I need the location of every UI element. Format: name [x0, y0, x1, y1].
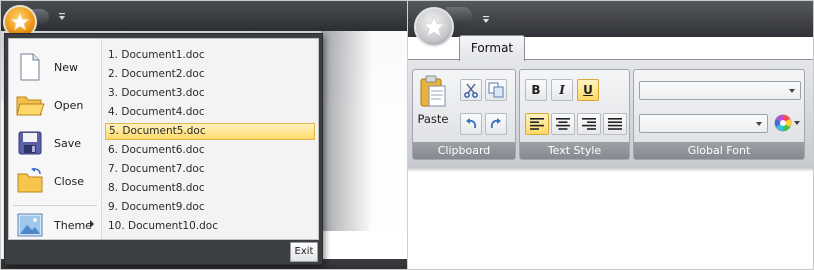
copy-icon [488, 82, 504, 98]
menu-separator [13, 205, 97, 206]
recent-document-item[interactable]: 1. Document1.doc [105, 47, 315, 64]
underline-button[interactable]: U [577, 79, 599, 101]
cut-button[interactable] [460, 79, 482, 101]
text-style-group: B I U Text Style [519, 69, 630, 160]
font-family-combobox[interactable] [639, 81, 801, 100]
menu-commands-panel: New Open Save Close Theme [9, 39, 102, 239]
ribbon: Paste Clipboard B I U Text Style Global … [408, 59, 813, 168]
chevron-down-icon [756, 122, 762, 126]
align-center-icon [556, 118, 570, 130]
application-menu-footer: Exit [5, 240, 322, 264]
open-folder-icon [14, 89, 46, 121]
align-left-button[interactable] [525, 113, 549, 135]
left-window: New Open Save Close Theme 1. Document1.d… [1, 1, 407, 269]
group-caption-text-style: Text Style [520, 142, 629, 159]
recent-document-item[interactable]: 4. Document4.doc [105, 104, 315, 121]
menu-item-save[interactable]: Save [9, 125, 101, 161]
redo-icon [490, 118, 501, 129]
recent-document-item-selected[interactable]: 5. Document5.doc [105, 123, 315, 140]
menu-item-label: Theme [54, 218, 92, 232]
recent-document-item[interactable]: 3. Document3.doc [105, 85, 315, 102]
new-document-icon [14, 51, 46, 83]
star-icon [422, 15, 446, 38]
paste-button[interactable] [417, 73, 449, 109]
ribbon-shadow [408, 167, 813, 172]
menu-item-open[interactable]: Open [9, 87, 101, 123]
global-font-group: Global Font [633, 69, 805, 160]
menu-item-label: New [54, 60, 78, 74]
star-icon [10, 12, 30, 31]
italic-button[interactable]: I [551, 79, 573, 101]
menu-item-label: Close [54, 174, 84, 188]
floppy-disk-icon [14, 127, 46, 159]
customize-quick-access-icon[interactable] [58, 12, 66, 22]
undo-icon [466, 118, 477, 129]
undo-button[interactable] [460, 113, 482, 135]
paste-icon [420, 75, 446, 107]
align-right-button[interactable] [577, 113, 601, 135]
menu-drop-shadow [321, 31, 407, 231]
recent-document-item[interactable]: 9. Document9.doc [105, 199, 315, 216]
menu-item-new[interactable]: New [9, 49, 101, 85]
group-caption-clipboard: Clipboard [413, 142, 515, 159]
bold-button[interactable]: B [525, 79, 547, 101]
exit-button[interactable]: Exit [290, 242, 318, 262]
justify-button[interactable] [603, 113, 627, 135]
align-center-button[interactable] [551, 113, 575, 135]
group-caption-global-font: Global Font [634, 142, 804, 159]
screenshot-frame: New Open Save Close Theme 1. Document1.d… [0, 0, 814, 270]
copy-button[interactable] [485, 79, 507, 101]
font-color-button[interactable] [772, 112, 802, 134]
align-left-icon [530, 118, 544, 130]
align-right-icon [582, 118, 596, 130]
recent-document-item[interactable]: 10. Document10.doc [105, 218, 315, 235]
application-menu-button[interactable] [414, 7, 454, 47]
menu-item-close[interactable]: Close [9, 163, 101, 199]
right-window: Format Paste Clipboard B I U Text Style … [408, 1, 813, 269]
font-size-combobox[interactable] [639, 114, 768, 133]
color-wheel-icon [774, 114, 800, 132]
recent-document-item[interactable]: 8. Document8.doc [105, 180, 315, 197]
customize-quick-access-icon[interactable] [482, 15, 490, 25]
recent-document-item[interactable]: 6. Document6.doc [105, 142, 315, 159]
application-menu-body: New Open Save Close Theme 1. Document1.d… [8, 38, 319, 240]
document-area[interactable] [408, 167, 813, 269]
justify-icon [608, 118, 622, 130]
tab-format[interactable]: Format [459, 35, 525, 61]
menu-item-label: Save [54, 136, 82, 150]
menu-item-label: Open [54, 98, 84, 112]
application-menu: New Open Save Close Theme 1. Document1.d… [4, 33, 323, 265]
scissors-icon [464, 83, 478, 98]
chevron-down-icon [789, 89, 795, 93]
theme-picture-icon [14, 209, 46, 241]
redo-button[interactable] [485, 113, 507, 135]
recent-document-item[interactable]: 7. Document7.doc [105, 161, 315, 178]
recent-documents-list: 1. Document1.doc 2. Document2.doc 3. Doc… [102, 39, 318, 239]
submenu-arrow-icon [90, 220, 94, 228]
paste-label: Paste [417, 112, 449, 126]
close-folder-icon [14, 165, 46, 197]
recent-document-item[interactable]: 2. Document2.doc [105, 66, 315, 83]
menu-item-theme[interactable]: Theme [9, 207, 101, 243]
clipboard-group: Paste Clipboard [412, 69, 516, 160]
